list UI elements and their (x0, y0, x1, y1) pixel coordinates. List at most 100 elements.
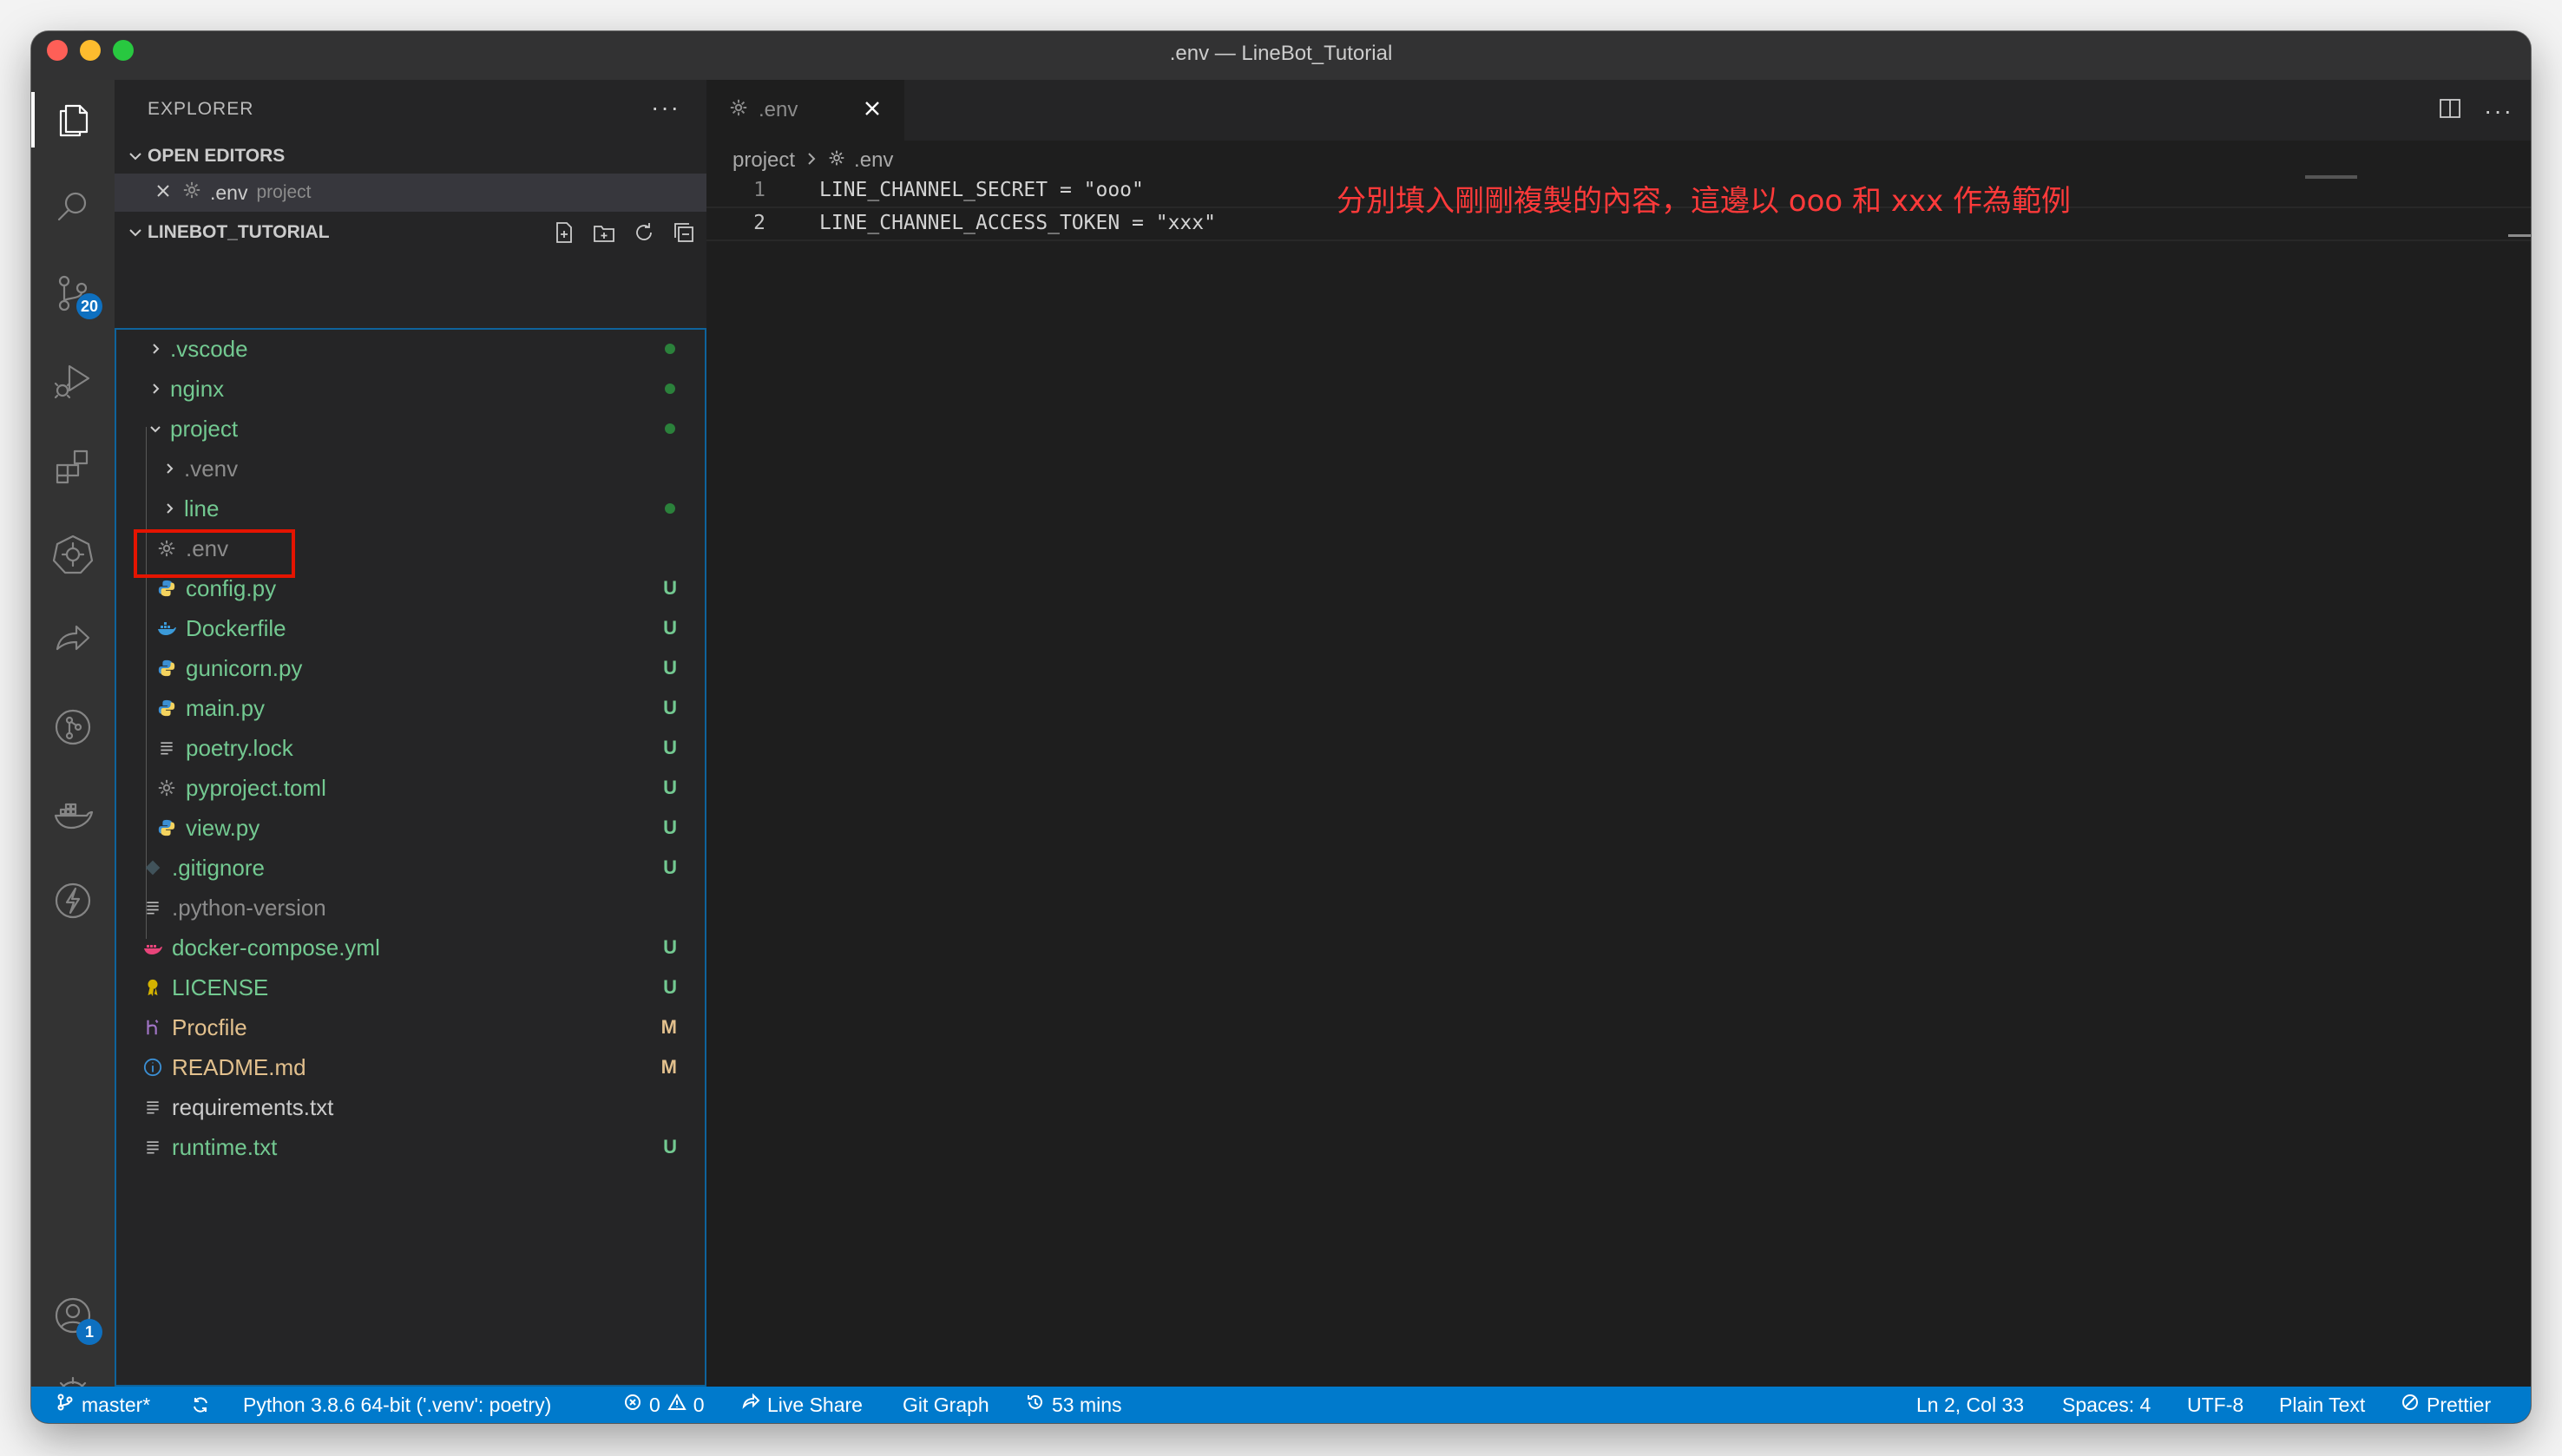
tree-item-main-py[interactable]: main.py U (116, 689, 705, 727)
python-icon (154, 816, 179, 840)
tree-item-readme[interactable]: README.md M (116, 1048, 705, 1086)
git-status-badge: U (663, 856, 677, 878)
git-status-dot (665, 503, 675, 514)
tree-item-procfile[interactable]: Procfile M (116, 1008, 705, 1046)
minimap[interactable] (2305, 175, 2357, 179)
tree-item-label: main.py (186, 694, 266, 721)
explorer-more-button[interactable]: ··· (651, 94, 680, 121)
extensions-icon[interactable] (31, 432, 115, 502)
tree-item-project[interactable]: project (116, 410, 705, 448)
explorer-icon[interactable] (31, 85, 115, 154)
close-tab-icon[interactable] (863, 99, 882, 124)
collapse-all-icon[interactable] (672, 220, 696, 250)
breadcrumb-folder[interactable]: project (732, 148, 795, 173)
tree-item-nginx[interactable]: nginx (116, 370, 705, 408)
tree-item-runtime[interactable]: runtime.txt U (116, 1128, 705, 1166)
warning-icon (667, 1393, 686, 1417)
explorer-title: EXPLORER (148, 99, 254, 119)
accounts-icon[interactable]: 1 (31, 1281, 115, 1350)
refresh-icon[interactable] (632, 220, 656, 250)
chevron-right-icon (146, 342, 165, 356)
branch-status[interactable]: master* (56, 1387, 150, 1423)
git-status-badge: U (663, 657, 677, 679)
sync-icon[interactable] (191, 1387, 210, 1423)
open-editor-path: project (256, 182, 312, 202)
tree-item-requirements[interactable]: requirements.txt (116, 1088, 705, 1126)
tree-item-license[interactable]: LICENSE U (116, 968, 705, 1007)
error-count: 0 (649, 1393, 660, 1416)
prettier-label: Prettier (2427, 1393, 2492, 1416)
code-text: LINE_CHANNEL_ACCESS_TOKEN = "xxx" (819, 212, 1216, 234)
git-graph-status[interactable]: Git Graph (903, 1387, 989, 1423)
git-status-badge: U (663, 697, 677, 718)
gear-file-icon (182, 180, 201, 205)
tree-item-dockerfile[interactable]: Dockerfile U (116, 609, 705, 647)
language-mode[interactable]: Plain Text (2279, 1387, 2365, 1423)
prettier-status[interactable]: Prettier (2401, 1387, 2491, 1423)
editor-more-button[interactable]: ··· (2484, 97, 2513, 125)
tree-item-env[interactable]: .env (116, 529, 705, 567)
git-status-badge: U (663, 577, 677, 599)
heroku-icon (141, 1015, 165, 1040)
tree-item-view-py[interactable]: view.py U (116, 809, 705, 847)
chevron-right-icon (146, 382, 165, 396)
problems-status[interactable]: 0 0 (623, 1387, 705, 1423)
indentation-status[interactable]: Spaces: 4 (2062, 1387, 2151, 1423)
indentation-label: Spaces: 4 (2062, 1393, 2151, 1416)
tree-item-docker-compose[interactable]: docker-compose.yml U (116, 928, 705, 967)
tree-item-gunicorn-py[interactable]: gunicorn.py U (116, 649, 705, 687)
tree-item-pyproject-toml[interactable]: pyproject.toml U (116, 769, 705, 807)
open-editors-header[interactable]: OPEN EDITORS (115, 139, 706, 174)
git-status-badge: M (660, 1056, 677, 1078)
git-status-badge: M (660, 1016, 677, 1038)
tree-item-label: LICENSE (172, 974, 269, 1000)
cursor-position[interactable]: Ln 2, Col 33 (1916, 1387, 2024, 1423)
live-share-label: Live Share (767, 1393, 863, 1416)
tab-env[interactable]: .env (706, 80, 904, 141)
run-debug-icon[interactable] (31, 345, 115, 415)
git-status-badge: U (663, 1136, 677, 1158)
open-editor-name: .env (210, 180, 248, 204)
open-editor-item[interactable]: .env project (115, 174, 706, 212)
breadcrumb-file[interactable]: .env (854, 148, 893, 173)
scrollbar[interactable] (2508, 234, 2531, 237)
split-editor-icon[interactable] (2437, 95, 2463, 126)
docker-compose-icon (141, 935, 165, 960)
git-graph-icon[interactable] (31, 692, 115, 762)
check-circle-icon (2401, 1393, 2420, 1417)
file-tree: .vscode nginx project .venv line .env co… (115, 328, 706, 1387)
close-icon[interactable] (154, 181, 172, 205)
git-status-dot (665, 384, 675, 394)
git-status-badge: U (663, 817, 677, 838)
time-tracker-status[interactable]: 53 mins (1026, 1387, 1122, 1423)
editor-area: .env ··· project .env 1 LINE_CHANNEL_SEC… (706, 80, 2531, 1387)
encoding-status[interactable]: UTF-8 (2187, 1387, 2243, 1423)
new-file-icon[interactable] (552, 220, 576, 250)
tree-item-gitignore[interactable]: .gitignore U (116, 849, 705, 887)
search-icon[interactable] (31, 172, 115, 241)
tree-item-config-py[interactable]: config.py U (116, 569, 705, 607)
git-status-badge: U (663, 976, 677, 998)
source-control-icon[interactable]: 20 (31, 259, 115, 328)
license-icon (141, 975, 165, 1000)
chevron-right-icon (804, 148, 819, 173)
cursor-position-label: Ln 2, Col 33 (1916, 1393, 2025, 1416)
live-share-status[interactable]: Live Share (741, 1387, 863, 1423)
kubernetes-icon[interactable] (31, 519, 115, 588)
python-interpreter[interactable]: Python 3.8.6 64-bit ('.venv': poetry) (243, 1387, 551, 1423)
git-status-badge: U (663, 777, 677, 798)
breadcrumb: project .env (732, 146, 893, 175)
new-folder-icon[interactable] (592, 220, 616, 250)
live-share-icon[interactable] (31, 606, 115, 675)
tree-item-line[interactable]: line (116, 489, 705, 528)
tree-item-python-version[interactable]: .python-version (116, 889, 705, 927)
tree-item-vscode[interactable]: .vscode (116, 330, 705, 368)
workspace-header[interactable]: LINEBOT_TUTORIAL (115, 215, 706, 250)
tree-item-label: .venv (184, 455, 239, 482)
tree-item-venv[interactable]: .venv (116, 449, 705, 488)
docker-icon[interactable] (31, 779, 115, 849)
tree-item-poetry-lock[interactable]: poetry.lock U (116, 729, 705, 767)
vscode-window: .env — LineBot_Tutorial 20 1 EXPLORER ··… (31, 31, 2531, 1423)
tree-item-label: project (170, 415, 239, 442)
thunder-client-icon[interactable] (31, 866, 115, 935)
